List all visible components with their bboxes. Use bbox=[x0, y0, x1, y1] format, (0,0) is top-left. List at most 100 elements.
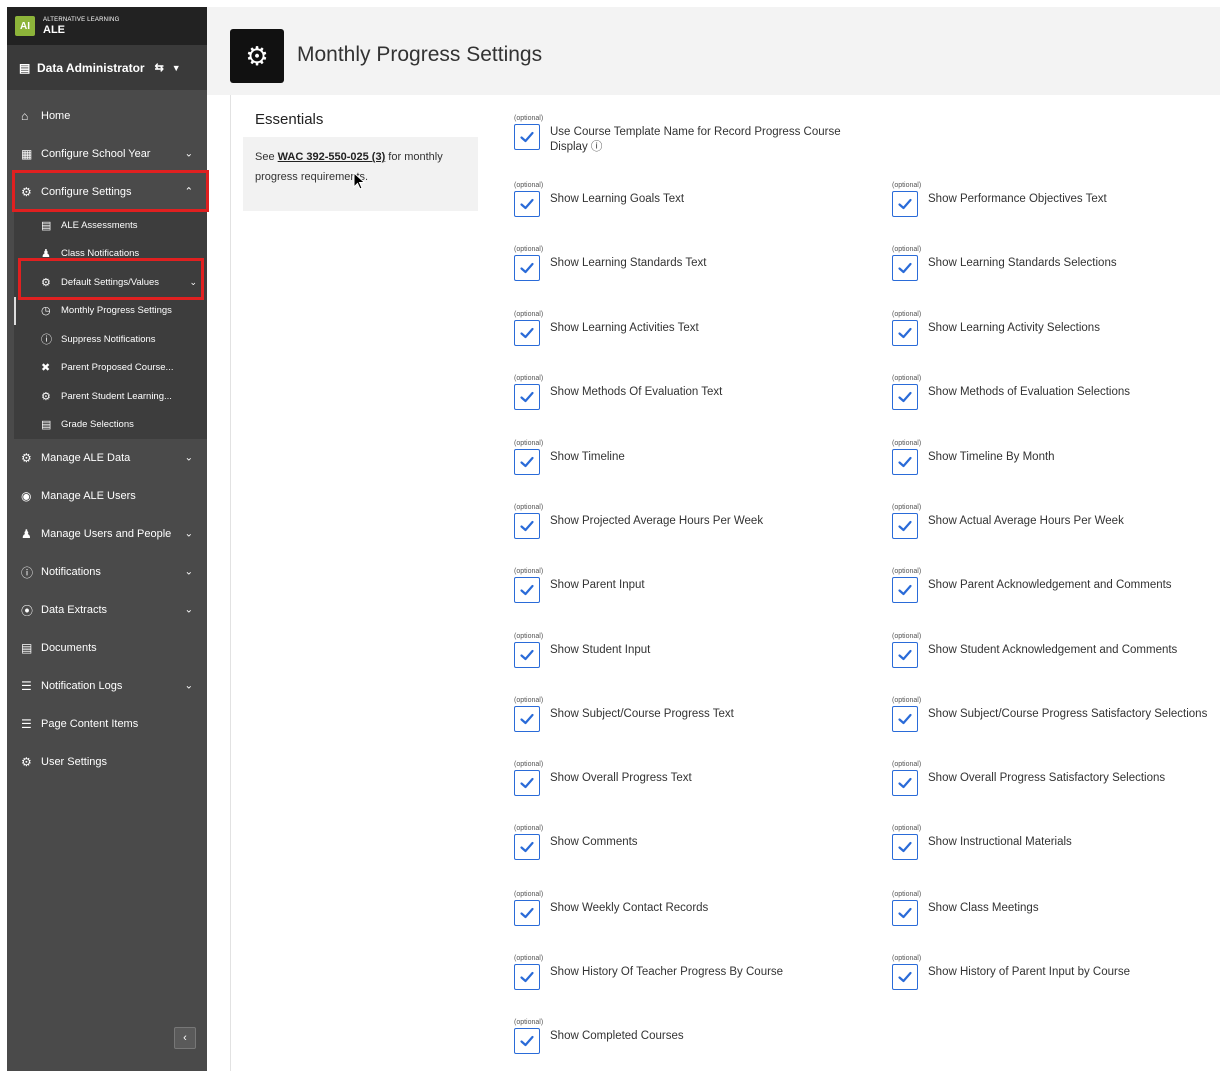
chevron-left-icon: ‹ bbox=[183, 1032, 187, 1044]
checkmark-icon bbox=[898, 971, 912, 983]
setting-checkbox[interactable] bbox=[514, 900, 540, 926]
checkmark-icon bbox=[898, 391, 912, 403]
info-icon: ⓘ bbox=[21, 565, 34, 580]
setting-checkbox[interactable] bbox=[892, 900, 918, 926]
optional-label: (optional) bbox=[514, 504, 544, 511]
setting-checkbox[interactable] bbox=[892, 834, 918, 860]
nav-manage-ale-users[interactable]: ◉ Manage ALE Users bbox=[7, 477, 207, 515]
checkmark-icon bbox=[898, 520, 912, 532]
sub-parent-student[interactable]: ⚙ Parent Student Learning... bbox=[14, 382, 207, 411]
setting-checkbox[interactable] bbox=[892, 384, 918, 410]
setting-checkbox[interactable] bbox=[892, 320, 918, 346]
setting-label: Show History of Parent Input by Course bbox=[928, 966, 1130, 978]
setting-checkbox[interactable] bbox=[892, 449, 918, 475]
optional-label: (optional) bbox=[514, 891, 544, 898]
nav-manage-ale-users-label: Manage ALE Users bbox=[41, 490, 136, 502]
checkmark-icon bbox=[520, 262, 534, 274]
checkmark-icon bbox=[520, 713, 534, 725]
setting-checkbox[interactable] bbox=[892, 642, 918, 668]
sub-monthly-progress[interactable]: ◷ Monthly Progress Settings bbox=[14, 296, 207, 325]
setting-checkbox[interactable] bbox=[892, 513, 918, 539]
setting-s25: (optional) Show History Of Teacher Progre… bbox=[514, 954, 783, 990]
nav-manage-ale-data[interactable]: ⚙ Manage ALE Data ⌄ bbox=[7, 439, 207, 477]
checkmark-icon bbox=[898, 907, 912, 919]
setting-checkbox[interactable] bbox=[514, 706, 540, 732]
checkmark-icon bbox=[520, 327, 534, 339]
brand-subtitle: ALTERNATIVE LEARNING bbox=[43, 16, 120, 23]
setting-checkbox[interactable] bbox=[892, 964, 918, 990]
setting-checkbox[interactable] bbox=[892, 255, 918, 281]
nav-notifications[interactable]: ⓘ Notifications ⌄ bbox=[7, 553, 207, 591]
setting-checkbox[interactable] bbox=[514, 384, 540, 410]
brand[interactable]: AI ALTERNATIVE LEARNING ALE bbox=[7, 7, 207, 45]
nav-page-content-items[interactable]: ☰ Page Content Items bbox=[7, 705, 207, 743]
setting-label: Show Student Acknowledgement and Comment… bbox=[928, 644, 1178, 656]
setting-s26: (optional) Show History of Parent Input b… bbox=[892, 954, 1130, 990]
setting-checkbox[interactable] bbox=[514, 1028, 540, 1054]
setting-label: Show Weekly Contact Records bbox=[550, 902, 709, 914]
setting-checkbox[interactable] bbox=[514, 642, 540, 668]
nav-notification-logs[interactable]: ☰ Notification Logs ⌄ bbox=[7, 667, 207, 705]
setting-checkbox[interactable] bbox=[514, 320, 540, 346]
info-icon[interactable]: ⓘ bbox=[588, 141, 603, 153]
setting-checkbox[interactable] bbox=[514, 834, 540, 860]
nav-manage-users-people[interactable]: ♟ Manage Users and People ⌄ bbox=[7, 515, 207, 553]
setting-checkbox[interactable] bbox=[514, 449, 540, 475]
nav-manage-ale-data-label: Manage ALE Data bbox=[41, 452, 131, 464]
optional-label: (optional) bbox=[892, 311, 922, 318]
nav-documents[interactable]: ▤ Documents bbox=[7, 629, 207, 667]
optional-label: (optional) bbox=[892, 504, 922, 511]
nav-notification-logs-label: Notification Logs bbox=[41, 680, 123, 692]
chevron-down-icon: ⌄ bbox=[184, 452, 193, 464]
sub-grade-selections[interactable]: ▤ Grade Selections bbox=[14, 411, 207, 440]
nav-configure-school-year[interactable]: ▦ Configure School Year ⌄ bbox=[7, 135, 207, 173]
setting-checkbox[interactable] bbox=[514, 255, 540, 281]
nav-data-extracts[interactable]: ⦿ Data Extracts ⌄ bbox=[7, 591, 207, 629]
optional-label: (optional) bbox=[514, 697, 544, 704]
setting-s17: (optional) Show Subject/Course Progress T… bbox=[514, 696, 734, 732]
setting-label: Show Parent Acknowledgement and Comments bbox=[928, 579, 1172, 591]
help-circle-icon: ⓘ bbox=[41, 334, 52, 347]
setting-checkbox[interactable] bbox=[514, 770, 540, 796]
setting-checkbox[interactable] bbox=[514, 191, 540, 217]
user-icon: ♟ bbox=[21, 527, 32, 541]
switch-role-icon[interactable]: ⇆ bbox=[155, 61, 164, 74]
setting-s11: (optional) Show Projected Average Hours P… bbox=[514, 503, 763, 539]
gear-icon: ⚙ bbox=[21, 755, 32, 769]
home-icon: ⌂ bbox=[21, 109, 29, 123]
setting-s12: (optional) Show Actual Average Hours Per … bbox=[892, 503, 1124, 539]
checkmark-icon bbox=[520, 131, 534, 143]
setting-checkbox[interactable] bbox=[892, 706, 918, 732]
sub-ale-assessments[interactable]: ▤ ALE Assessments bbox=[14, 211, 207, 240]
setting-checkbox[interactable] bbox=[892, 770, 918, 796]
setting-s13: (optional) Show Parent Input bbox=[514, 567, 645, 603]
caret-down-icon[interactable]: ▼ bbox=[172, 63, 181, 73]
setting-checkbox[interactable] bbox=[514, 124, 540, 150]
chart-icon: ▤ bbox=[41, 219, 52, 232]
setting-label: Show Parent Input bbox=[550, 579, 645, 591]
setting-s2: (optional) Show Performance Objectives Te… bbox=[892, 181, 1107, 217]
setting-checkbox[interactable] bbox=[514, 577, 540, 603]
collapse-sidebar-button[interactable]: ‹ bbox=[174, 1027, 196, 1049]
wac-link[interactable]: WAC 392-550-025 (3) bbox=[278, 151, 386, 163]
setting-s22: (optional) Show Instructional Materials bbox=[892, 824, 1072, 860]
sub-suppress-notifications[interactable]: ⓘ Suppress Notifications bbox=[14, 325, 207, 354]
setting-checkbox[interactable] bbox=[514, 513, 540, 539]
setting-checkbox[interactable] bbox=[892, 191, 918, 217]
role-label: Data Administrator bbox=[37, 60, 145, 75]
setting-checkbox[interactable] bbox=[514, 964, 540, 990]
setting-s5: (optional) Show Learning Activities Text bbox=[514, 310, 699, 346]
setting-s4: (optional) Show Learning Standards Select… bbox=[892, 245, 1117, 281]
setting-s19: (optional) Show Overall Progress Text bbox=[514, 760, 692, 796]
nav-configure-school-year-label: Configure School Year bbox=[41, 148, 151, 160]
setting-checkbox[interactable] bbox=[892, 577, 918, 603]
optional-label: (optional) bbox=[892, 825, 922, 832]
checkmark-icon bbox=[898, 456, 912, 468]
role-selector[interactable]: ▤ Data Administrator ⇆ ▼ bbox=[7, 45, 207, 90]
checkmark-icon bbox=[898, 584, 912, 596]
sub-parent-proposed[interactable]: ✖ Parent Proposed Course... bbox=[14, 354, 207, 383]
nav-home[interactable]: ⌂ Home bbox=[7, 97, 207, 135]
optional-label: (optional) bbox=[892, 697, 922, 704]
nav-user-settings[interactable]: ⚙ User Settings bbox=[7, 743, 207, 781]
checkmark-icon bbox=[520, 1035, 534, 1047]
